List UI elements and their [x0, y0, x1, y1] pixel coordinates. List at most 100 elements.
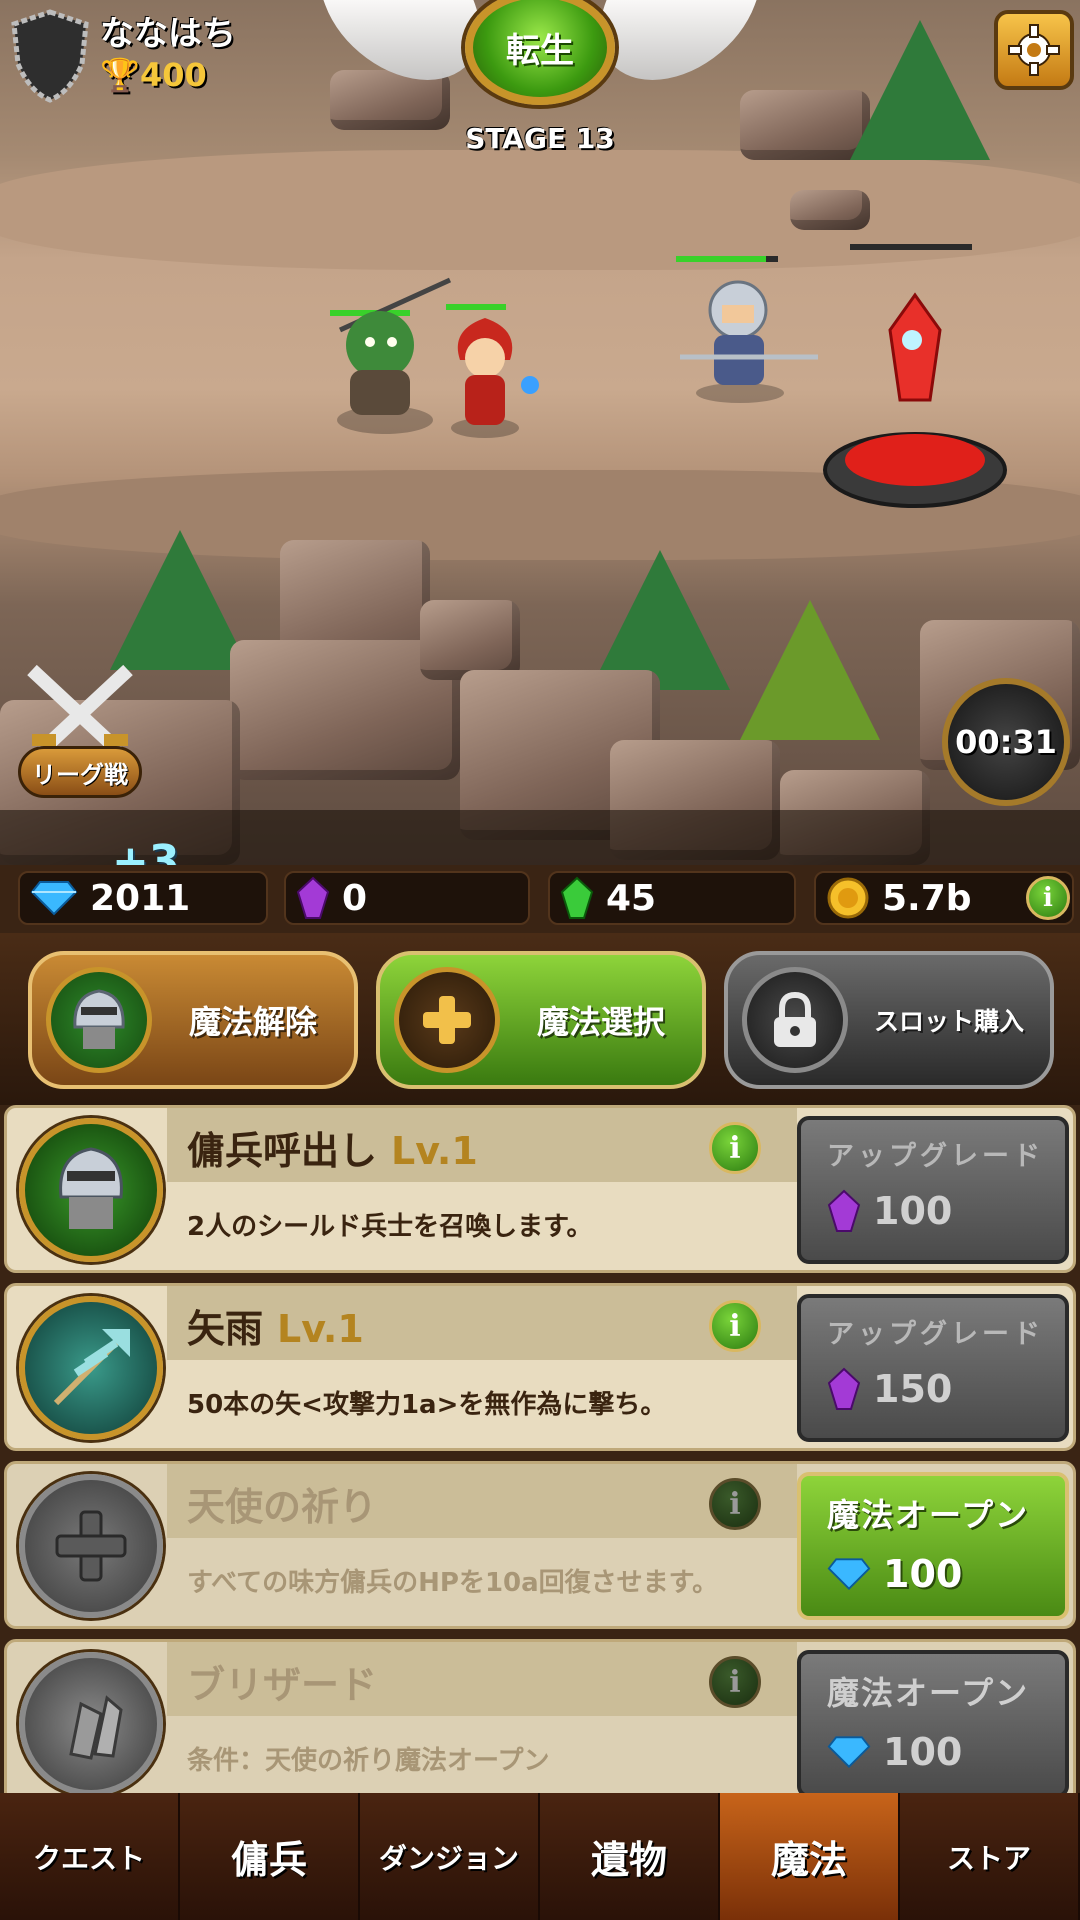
bottom-nav: クエスト 傭兵 ダンジョン 遺物 魔法 ストア: [0, 1793, 1080, 1920]
open-magic-label: 魔法オープン: [827, 1496, 1030, 1534]
plus-icon: [394, 967, 500, 1073]
upgrade-label: アップグレード: [827, 1141, 1044, 1172]
red-crystal-tower: [823, 292, 1007, 508]
magic-name: ブリザード: [187, 1663, 378, 1707]
rebirth-label: 転生: [506, 31, 574, 71]
rock: [790, 190, 870, 230]
magic-description: すべての味方傭兵のHPを10a回復させます。: [187, 1568, 719, 1598]
rebirth-button[interactable]: 転生: [465, 0, 615, 105]
info-icon[interactable]: i: [709, 1656, 761, 1708]
stage-label: STAGE 13: [465, 122, 615, 155]
remove-magic-label: 魔法解除: [188, 1003, 317, 1041]
magic-card: 矢雨 Lv.1 i 50本の矢<攻撃力1a>を無作為に撃ち。 アップグレード 15…: [4, 1283, 1076, 1451]
gold-counter: 5.7b i: [814, 871, 1074, 925]
open-magic-cost-value: 100: [883, 1552, 963, 1596]
upgrade-button[interactable]: アップグレード 100: [797, 1116, 1069, 1264]
orc-warrior-unit: [337, 277, 452, 434]
league-battle-button[interactable]: リーグ戦: [18, 660, 142, 798]
open-magic-cost: 100: [827, 1730, 962, 1774]
arrow-rain-icon: [19, 1296, 163, 1440]
tab-mercenary[interactable]: 傭兵: [180, 1793, 360, 1920]
diamond-icon: [30, 881, 78, 916]
upgrade-cost-value: 100: [873, 1189, 953, 1233]
league-battle-label: リーグ戦: [18, 746, 142, 798]
magic-title: 矢雨 Lv.1: [187, 1298, 364, 1353]
info-icon[interactable]: i: [709, 1300, 761, 1352]
tab-quest[interactable]: クエスト: [0, 1793, 180, 1920]
shield-icon[interactable]: [10, 8, 90, 104]
open-magic-label: 魔法オープン: [827, 1674, 1030, 1712]
resource-bar: 2011 0 45 5.7b i: [0, 865, 1080, 933]
info-icon[interactable]: i: [709, 1478, 761, 1530]
magic-list: 傭兵呼出し Lv.1 i 2人のシールド兵士を召喚します。 アップグレード 100…: [0, 1105, 1080, 1793]
select-magic-button[interactable]: 魔法選択: [376, 951, 706, 1089]
pine-tree: [740, 600, 880, 740]
magic-title: 傭兵呼出し Lv.1: [187, 1120, 478, 1175]
upgrade-button[interactable]: アップグレード 150: [797, 1294, 1069, 1442]
upgrade-cost: 150: [827, 1367, 952, 1411]
crossed-swords-icon: [27, 664, 133, 756]
hp-bar: [676, 256, 778, 262]
buy-slot-label: スロット購入: [873, 1007, 1024, 1036]
terrain-ridge: [0, 150, 1080, 270]
magic-name: 矢雨: [187, 1307, 264, 1351]
diamond-counter: 2011: [18, 871, 268, 925]
knight-helmet-icon: [46, 967, 152, 1073]
player-name: ななはち: [100, 14, 236, 54]
trophy-count: 🏆400: [100, 56, 207, 94]
magic-level: Lv.1: [391, 1129, 478, 1173]
info-icon[interactable]: i: [709, 1122, 761, 1174]
magic-title: 天使の祈り: [187, 1476, 377, 1531]
pine-tree: [590, 550, 730, 690]
diamond-icon: [827, 1736, 871, 1768]
purple-gem-icon: [296, 876, 330, 919]
pine-tree: [110, 530, 250, 670]
gear-icon: [1008, 24, 1060, 76]
angel-prayer-icon: [19, 1474, 163, 1618]
knight-enemy-unit: [680, 280, 818, 403]
magic-description: 条件：天使の祈り魔法オープン: [187, 1746, 550, 1776]
tab-relic[interactable]: 遺物: [540, 1793, 720, 1920]
open-magic-cost-value: 100: [883, 1730, 963, 1774]
magic-card: 傭兵呼出し Lv.1 i 2人のシールド兵士を召喚します。 アップグレード 100: [4, 1105, 1076, 1273]
upgrade-label: アップグレード: [827, 1319, 1044, 1350]
trophy-icon: 🏆: [100, 56, 140, 94]
hp-bar: [850, 244, 972, 250]
open-magic-button[interactable]: 魔法オープン 100: [797, 1650, 1069, 1793]
green-gem-icon: [560, 876, 594, 919]
magic-description: 50本の矢<攻撃力1a>を無作為に撃ち。: [187, 1390, 667, 1420]
magic-card: ブリザード i 条件：天使の祈り魔法オープン 魔法オープン 100: [4, 1639, 1076, 1793]
purple-gem-icon: [827, 1367, 861, 1410]
battle-timer[interactable]: 00:31: [942, 678, 1070, 806]
purple-gem-icon: [827, 1189, 861, 1232]
gold-coin-icon: [827, 877, 869, 919]
purple-gem-counter: 0: [284, 871, 530, 925]
remove-magic-button[interactable]: 魔法解除: [28, 951, 358, 1089]
tab-store[interactable]: ストア: [900, 1793, 1080, 1920]
green-gem-counter: 45: [548, 871, 796, 925]
summon-mercenary-icon: [19, 1118, 163, 1262]
trophy-value: 400: [140, 56, 207, 94]
diamond-icon: [827, 1558, 871, 1590]
settings-button[interactable]: [994, 10, 1074, 90]
open-magic-button[interactable]: 魔法オープン 100: [797, 1472, 1069, 1620]
magic-name: 天使の祈り: [187, 1485, 378, 1529]
gold-value: 5.7b: [882, 877, 972, 919]
info-icon[interactable]: i: [1026, 876, 1070, 920]
magic-name: 傭兵呼出し: [187, 1129, 378, 1173]
lock-icon: [742, 967, 848, 1073]
magic-title: ブリザード: [187, 1654, 377, 1709]
tab-dungeon[interactable]: ダンジョン: [360, 1793, 540, 1920]
upgrade-cost-value: 150: [873, 1367, 953, 1411]
battle-scene: ななはち 🏆400 転生 STAGE 13 リーグ戦 00:31: [0, 0, 1080, 865]
tab-magic[interactable]: 魔法: [720, 1793, 900, 1920]
blizzard-icon: [19, 1652, 163, 1793]
select-magic-label: 魔法選択: [536, 1003, 665, 1041]
magic-level: Lv.1: [277, 1307, 364, 1351]
timer-value: 00:31: [955, 723, 1057, 761]
buy-slot-button[interactable]: スロット購入: [724, 951, 1054, 1089]
red-mage-unit: [451, 318, 539, 438]
rock: [420, 600, 520, 680]
magic-card: 天使の祈り i すべての味方傭兵のHPを10a回復させます。 魔法オープン 10…: [4, 1461, 1076, 1629]
open-magic-cost: 100: [827, 1552, 962, 1596]
